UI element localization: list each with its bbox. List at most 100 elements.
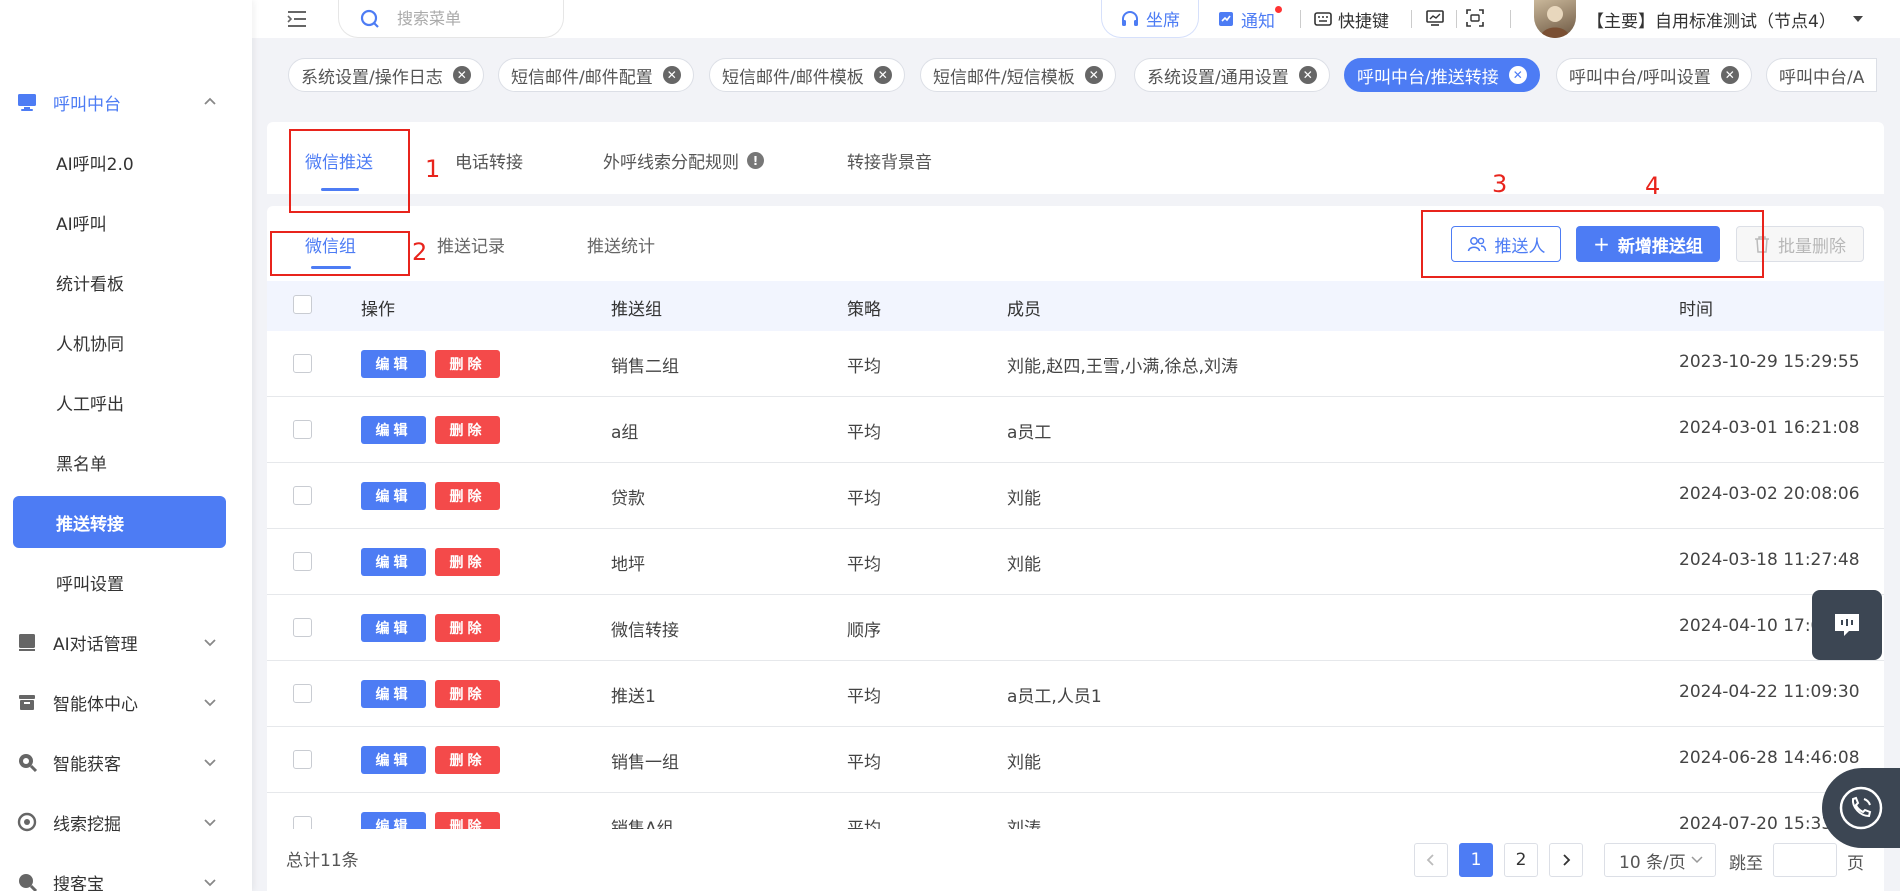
close-icon[interactable]: ✕ <box>452 66 471 84</box>
page-size-select[interactable]: 10 条/页 <box>1604 843 1716 877</box>
sidebar-item-ai-call[interactable]: AI呼叫 <box>13 196 226 248</box>
open-tab[interactable]: 短信邮件/邮件配置 ✕ <box>498 58 694 92</box>
delete-button[interactable]: 删除 <box>435 812 500 829</box>
table-header: 操作 推送组 策略 成员 时间 <box>267 281 1884 331</box>
collapse-menu-icon[interactable] <box>286 9 308 29</box>
delete-button[interactable]: 删除 <box>435 680 500 708</box>
edit-button[interactable]: 编辑 <box>361 548 426 576</box>
floating-phone-button[interactable] <box>1822 768 1900 848</box>
page-button-2[interactable]: 2 <box>1504 843 1538 877</box>
edit-button[interactable]: 编辑 <box>361 350 426 378</box>
close-icon[interactable]: ✕ <box>1298 66 1317 84</box>
open-tab[interactable]: 呼叫中台/A <box>1766 58 1878 92</box>
delete-button[interactable]: 删除 <box>435 746 500 774</box>
close-icon[interactable]: ✕ <box>1508 66 1527 84</box>
menu-group-call-center[interactable]: 呼叫中台 <box>0 76 252 128</box>
row-checkbox[interactable] <box>293 486 312 505</box>
edit-button[interactable]: 编辑 <box>361 416 426 444</box>
sidebar-item-call-settings[interactable]: 呼叫设置 <box>13 556 226 608</box>
tab-label: 推送记录 <box>437 237 505 257</box>
sidebar-item-dashboard[interactable]: 统计看板 <box>13 256 226 308</box>
edit-button[interactable]: 编辑 <box>361 812 426 829</box>
close-icon[interactable]: ✕ <box>1084 66 1103 84</box>
delete-button[interactable]: 删除 <box>435 482 500 510</box>
open-tab[interactable]: 系统设置/操作日志 ✕ <box>288 58 484 92</box>
sidebar-item-blacklist[interactable]: 黑名单 <box>13 436 226 488</box>
open-tab[interactable]: 呼叫中台/呼叫设置 ✕ <box>1556 58 1752 92</box>
chat-icon <box>1835 614 1859 636</box>
page-button-1[interactable]: 1 <box>1459 843 1493 877</box>
close-icon[interactable]: ✕ <box>873 66 892 84</box>
tab-transfer-bgm[interactable]: 转接背景音 <box>847 148 932 173</box>
open-tab-label: 短信邮件/邮件配置 <box>511 67 653 88</box>
caret-down-icon[interactable] <box>1852 14 1864 24</box>
divider <box>1510 10 1511 28</box>
menu-search[interactable] <box>338 0 564 38</box>
tab-push-records[interactable]: 推送记录 <box>437 232 505 257</box>
row-checkbox[interactable] <box>293 816 312 829</box>
menu-group-ai-dialog[interactable]: AI对话管理 <box>0 616 252 668</box>
sidebar-item-manual-call[interactable]: 人工呼出 <box>13 376 226 428</box>
cell-members: a员工 <box>1007 423 1052 443</box>
sidebar-item-push-transfer[interactable]: 推送转接 <box>13 496 226 548</box>
sidebar-item-label: 人机协同 <box>56 334 124 355</box>
table-row: 编辑 删除 销售二组 平均 刘能,赵四,王雪,小满,徐总,刘涛 2023-10-29 15… <box>267 331 1884 397</box>
screen-icon[interactable] <box>1425 8 1445 28</box>
next-page-button[interactable] <box>1549 843 1583 877</box>
edit-button[interactable]: 编辑 <box>361 680 426 708</box>
close-icon[interactable]: ✕ <box>1720 66 1739 84</box>
row-checkbox[interactable] <box>293 684 312 703</box>
delete-button[interactable]: 删除 <box>435 416 500 444</box>
floating-chat-button[interactable] <box>1812 590 1882 660</box>
cell-members: 刘能 <box>1007 489 1041 509</box>
divider <box>1411 10 1412 28</box>
menu-group-lead-mining[interactable]: 线索挖掘 <box>0 796 252 848</box>
hotkey-button[interactable]: 快捷键 <box>1314 6 1389 32</box>
user-account-label[interactable]: 【主要】自用标准测试（节点4） <box>1587 7 1836 32</box>
menu-group-smart-acquire[interactable]: 智能获客 <box>0 736 252 788</box>
avatar[interactable] <box>1534 0 1576 38</box>
prev-page-button[interactable] <box>1414 843 1448 877</box>
tab-phone-transfer[interactable]: 电话转接 <box>455 148 523 173</box>
edit-button[interactable]: 编辑 <box>361 614 426 642</box>
tab-lead-assign-rules[interactable]: 外呼线索分配规则! <box>603 148 764 173</box>
open-tab[interactable]: 短信邮件/邮件模板 ✕ <box>709 58 905 92</box>
table-row: 编辑 删除 地坪 平均 刘能 2024-03-18 11:27:48 <box>267 529 1884 595</box>
close-icon[interactable]: ✕ <box>662 66 681 84</box>
total-count: 总计11条 <box>286 851 359 871</box>
row-checkbox[interactable] <box>293 354 312 373</box>
info-icon[interactable]: ! <box>747 152 764 169</box>
row-checkbox[interactable] <box>293 552 312 571</box>
menu-group-label: AI对话管理 <box>53 634 138 655</box>
menu-group-agent-center[interactable]: 智能体中心 <box>0 676 252 728</box>
cell-time: 2024-03-01 16:21:08 <box>1679 418 1860 438</box>
cell-group: 贷款 <box>611 489 645 509</box>
screenshot-icon[interactable] <box>1465 8 1485 28</box>
select-all-checkbox[interactable] <box>293 295 312 314</box>
sidebar-item-ai-call-2[interactable]: AI呼叫2.0 <box>13 136 226 188</box>
cell-members: 刘涛 <box>1007 819 1041 829</box>
sidebar-item-collab[interactable]: 人机协同 <box>13 316 226 368</box>
jump-page-input[interactable] <box>1773 843 1837 877</box>
delete-button[interactable]: 删除 <box>435 350 500 378</box>
edit-button[interactable]: 编辑 <box>361 482 426 510</box>
seat-button[interactable]: 坐席 <box>1101 0 1199 38</box>
notice-button[interactable]: 通知 <box>1217 6 1282 32</box>
open-tab[interactable]: 系统设置/通用设置 ✕ <box>1134 58 1330 92</box>
search-input[interactable] <box>397 6 547 30</box>
annotation-number: 4 <box>1645 172 1661 200</box>
row-checkbox[interactable] <box>293 618 312 637</box>
edit-button[interactable]: 编辑 <box>361 746 426 774</box>
cell-time: 2023-10-29 15:29:55 <box>1679 352 1860 372</box>
tab-push-stats[interactable]: 推送统计 <box>587 232 655 257</box>
row-checkbox[interactable] <box>293 750 312 769</box>
menu-group-soukebao[interactable]: 搜客宝 <box>0 856 252 891</box>
open-tab[interactable]: 短信邮件/短信模板 ✕ <box>920 58 1116 92</box>
row-checkbox[interactable] <box>293 420 312 439</box>
cell-time: 2024-03-18 11:27:48 <box>1679 550 1860 570</box>
delete-button[interactable]: 删除 <box>435 614 500 642</box>
delete-button[interactable]: 删除 <box>435 548 500 576</box>
open-tab-active[interactable]: 呼叫中台/推送转接 ✕ <box>1344 58 1540 92</box>
divider <box>1456 10 1457 28</box>
chevron-down-icon <box>204 819 216 827</box>
